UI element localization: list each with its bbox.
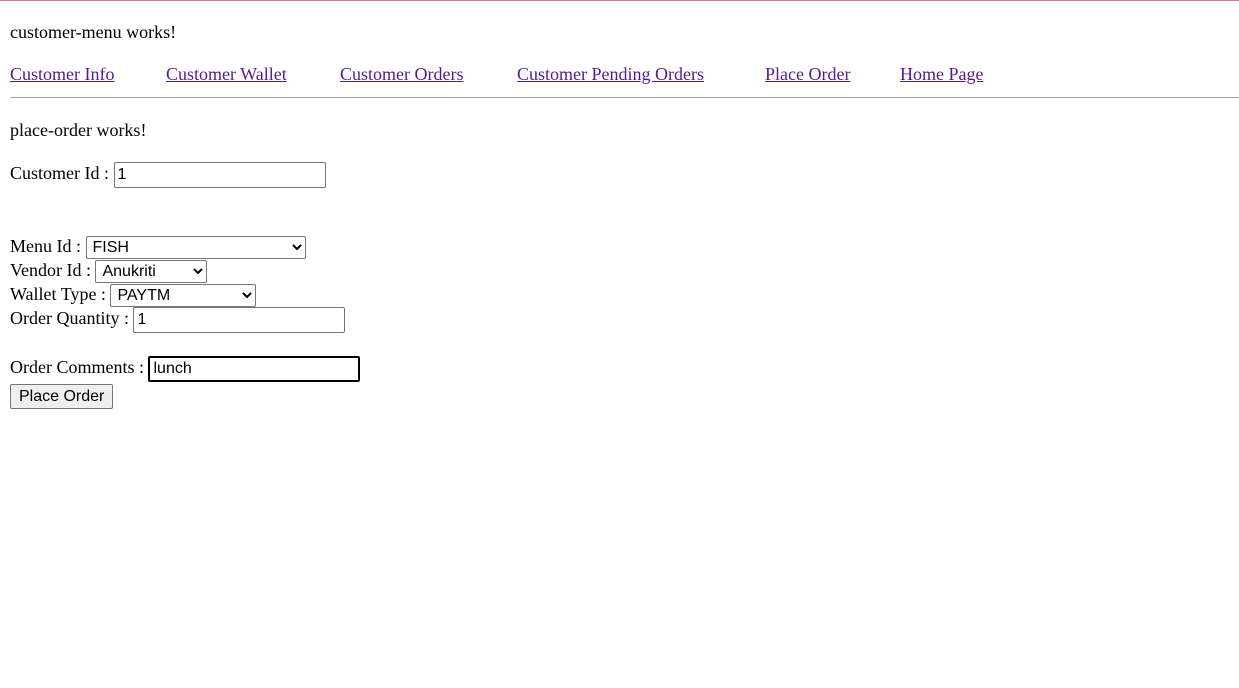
page-title: place-order works!: [10, 120, 147, 140]
nav-customer-pending-orders[interactable]: Customer Pending Orders: [517, 64, 704, 85]
nav-home-page[interactable]: Home Page: [900, 64, 983, 85]
menu-title: customer-menu works!: [10, 22, 177, 42]
nav-customer-info[interactable]: Customer Info: [10, 64, 114, 85]
top-border: [0, 0, 1239, 1]
wallet-type-select[interactable]: PAYTM: [110, 284, 257, 308]
menu-id-label: Menu Id :: [10, 236, 81, 256]
customer-id-input[interactable]: [113, 162, 326, 188]
vendor-id-label: Vendor Id :: [10, 260, 91, 280]
vendor-id-select[interactable]: Anukriti: [95, 260, 208, 284]
order-comments-input[interactable]: [148, 356, 361, 382]
order-comments-label: Order Comments :: [10, 357, 144, 378]
divider: [10, 97, 1239, 98]
wallet-type-label: Wallet Type :: [10, 284, 106, 304]
nav-customer-wallet[interactable]: Customer Wallet: [166, 64, 287, 85]
order-quantity-input[interactable]: [133, 307, 346, 333]
nav-customer-orders[interactable]: Customer Orders: [340, 64, 463, 85]
order-quantity-label: Order Quantity :: [10, 308, 129, 329]
place-order-button[interactable]: Place Order: [10, 384, 114, 409]
menu-id-select[interactable]: FISH: [85, 236, 306, 260]
nav-place-order[interactable]: Place Order: [765, 64, 850, 85]
customer-id-label: Customer Id :: [10, 163, 109, 184]
